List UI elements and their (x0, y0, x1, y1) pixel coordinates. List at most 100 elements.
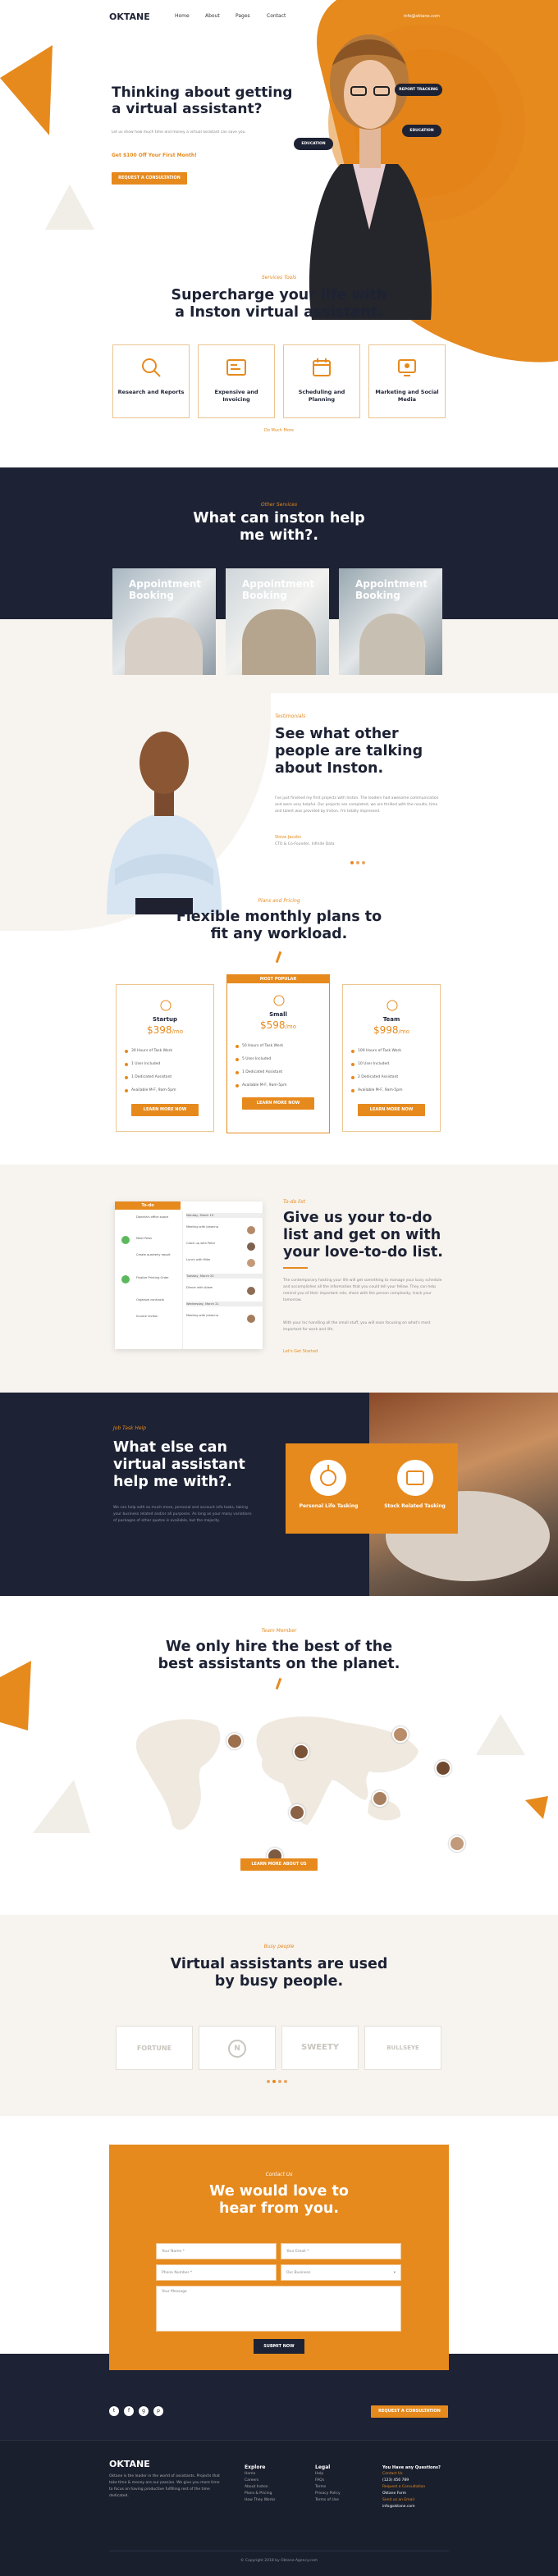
team-cta-button[interactable]: LEARN MORE ABOUT US (240, 1858, 318, 1871)
client-logo-n[interactable]: N (199, 2026, 276, 2070)
name-field[interactable]: Your Name * (156, 2243, 277, 2259)
footer-link[interactable]: How They Works (245, 2497, 275, 2504)
nav-pages[interactable]: Pages (236, 13, 250, 19)
service-card-marketing[interactable]: Marketing and Social Media (368, 344, 446, 418)
plan-feature: Available M-F, 9am-5pm (236, 1083, 287, 1087)
submit-button[interactable]: SUBMIT NOW (254, 2339, 304, 2354)
nav-contact[interactable]: Contact (267, 13, 286, 19)
phone-field[interactable]: Phone Number * (156, 2264, 277, 2281)
facebook-icon[interactable]: f (124, 2406, 134, 2416)
footer-form-link[interactable]: Oktane Form (382, 2491, 456, 2497)
todo-item[interactable]: Meet Peter (136, 1236, 152, 1241)
todo-event[interactable]: Meeting with Johanna (186, 1313, 218, 1318)
plan-feature: 10 User Included (350, 1062, 390, 1066)
footer-link[interactable]: Terms of Use (315, 2497, 341, 2504)
nav-about[interactable]: About (205, 13, 220, 19)
todo-item[interactable]: Daniela's office space (136, 1215, 168, 1220)
carousel-dot[interactable] (284, 2080, 287, 2083)
todo-app-mockup: To-do Daniela's office space Meet Peter … (115, 1201, 263, 1349)
footer-logo[interactable]: OKTANE (109, 2459, 150, 2469)
footer-consultation-heading[interactable]: Request a Consultation (382, 2484, 456, 2491)
check-icon[interactable] (121, 1236, 130, 1244)
todo-paragraph-2: With your Inc handling all the small stu… (283, 1321, 431, 1332)
todo-event[interactable]: Lunch with Mike (186, 1257, 210, 1262)
footer-link[interactable]: FAQs (315, 2478, 341, 2484)
team-member-avatar[interactable] (392, 1726, 409, 1743)
team-orange-triangle-left (0, 1661, 31, 1730)
help-card-1[interactable]: Appointment Booking (112, 568, 216, 675)
team-member-avatar[interactable] (435, 1760, 451, 1776)
todo-event[interactable]: Meeting with Johanna (186, 1224, 218, 1229)
help-card-3[interactable]: Appointment Booking (339, 568, 442, 675)
twitter-icon[interactable]: t (109, 2406, 119, 2416)
testimonial-kicker: Testimonials (275, 714, 306, 719)
slider-dot[interactable] (362, 861, 365, 864)
todo-item[interactable]: Invoice review (136, 1314, 158, 1319)
todo-event[interactable]: Catch up with Peter (186, 1241, 215, 1246)
footer-link[interactable]: Help (315, 2471, 341, 2478)
plan-price: $598/mo (259, 1019, 296, 1031)
todo-item[interactable]: Create quarterly report (136, 1252, 171, 1257)
carousel-dot-active[interactable] (272, 2080, 276, 2083)
email-field[interactable]: Your Email * (281, 2243, 401, 2259)
footer-link[interactable]: Terms (315, 2484, 341, 2491)
plan-cta-button[interactable]: LEARN MORE NOW (358, 1104, 425, 1116)
avatar (247, 1242, 255, 1251)
footer-link[interactable]: Careers (245, 2478, 275, 2484)
todo-event[interactable]: Dinner with Adam (186, 1285, 213, 1290)
site-logo[interactable]: OKTANE (109, 11, 150, 22)
plan-feature: Available M-F, 9am-5pm (125, 1088, 176, 1092)
pinterest-icon[interactable]: p (153, 2406, 163, 2416)
services-more-link[interactable]: Do Much More (0, 428, 558, 433)
plan-name: Small (269, 1011, 287, 1018)
message-field[interactable]: Your Message (156, 2286, 401, 2332)
client-logo-text: SWEETY (301, 2043, 339, 2052)
todo-item[interactable]: Organize contracts (136, 1297, 164, 1302)
footer-link[interactable]: Home (245, 2471, 275, 2478)
slider-dot[interactable] (356, 861, 359, 864)
footer-phone[interactable]: (123) 456 789 (382, 2478, 456, 2484)
stock-icon (397, 1460, 433, 1496)
carousel-dot[interactable] (278, 2080, 281, 2083)
personal-life-icon (310, 1460, 346, 1496)
footer-email-heading[interactable]: Send us an Email (382, 2497, 456, 2504)
todo-item[interactable]: Finalize Printing Order (136, 1275, 169, 1280)
footer-cta-button[interactable]: REQUEST A CONSULTATION (371, 2405, 448, 2418)
team-member-avatar[interactable] (372, 1790, 388, 1807)
service-label: Marketing and Social Media (375, 389, 439, 403)
service-card-scheduling[interactable]: Scheduling and Planning (283, 344, 360, 418)
footer-link[interactable]: Plans & Pricing (245, 2491, 275, 2497)
footer-link[interactable]: About Inston (245, 2484, 275, 2491)
client-logo-fortune[interactable]: FORTUNE (116, 2026, 193, 2070)
plan-cta-button[interactable]: LEARN MORE NOW (131, 1104, 199, 1116)
team-member-avatar[interactable] (226, 1733, 243, 1749)
footer-col-legal: Legal Help FAQs Terms Privacy Policy Ter… (315, 2464, 341, 2504)
clients-title: Virtual assistants are used by busy peop… (170, 1956, 388, 1990)
testimonial-title: See what other people are talking about … (275, 726, 423, 777)
world-map (135, 1717, 418, 1831)
team-member-avatar[interactable] (289, 1804, 305, 1821)
check-icon[interactable] (121, 1275, 130, 1283)
help-card-2[interactable]: Appointment Booking (226, 568, 329, 675)
plan-feature: 1 User Included (124, 1062, 161, 1066)
slider-dot-active[interactable] (350, 861, 354, 864)
contact-kicker: Contact Us (265, 2172, 293, 2177)
carousel-dot[interactable] (267, 2080, 270, 2083)
plan-cta-button[interactable]: LEARN MORE NOW (242, 1097, 314, 1110)
service-card-research[interactable]: Research and Reports (112, 344, 190, 418)
hero-cta-button[interactable]: REQUEST A CONSULTATION (112, 172, 187, 185)
footer-email[interactable]: info@oktane.com (382, 2504, 456, 2510)
nav-home[interactable]: Home (175, 13, 190, 19)
todo-link[interactable]: Let's Get Started (283, 1349, 318, 1354)
service-card-invoicing[interactable]: Expensive and Invoicing (198, 344, 275, 418)
hero-offer: Get $100 Off Your First Month! (112, 153, 197, 158)
footer-link[interactable]: Privacy Policy (315, 2491, 341, 2497)
client-logo-sweety[interactable]: SWEETY (281, 2026, 359, 2070)
client-logo-bullseye[interactable]: BULLSEYE (364, 2026, 441, 2070)
footer-contact-heading[interactable]: Contact Us (382, 2471, 456, 2478)
hero-orange-triangle-left (0, 45, 53, 135)
team-member-avatar[interactable] (449, 1835, 465, 1852)
google-icon[interactable]: g (139, 2406, 149, 2416)
team-member-avatar[interactable] (293, 1744, 309, 1760)
business-select[interactable]: Our Business ▾ (281, 2264, 401, 2281)
